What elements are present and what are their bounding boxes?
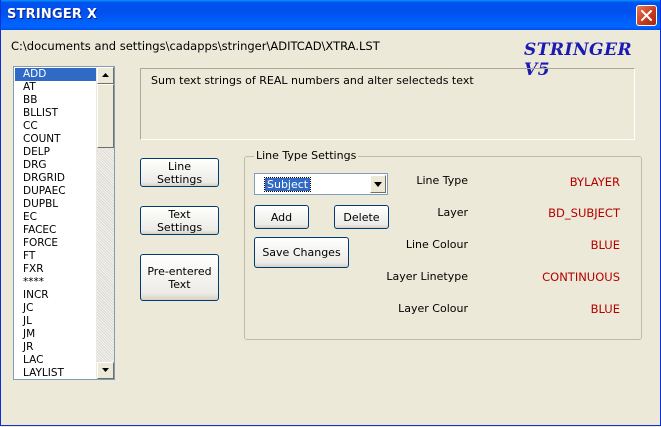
prop-value-line-type: BYLAYER [569, 175, 620, 189]
list-item[interactable]: CC [14, 120, 97, 133]
arrow-down-icon [102, 368, 109, 372]
main-window: STRINGER X C:\documents and settings\cad… [0, 0, 661, 426]
list-item[interactable]: COUNT [14, 133, 97, 146]
list-item[interactable]: LAYLIST [14, 367, 97, 380]
selected-line-type: Subject [263, 177, 312, 192]
prop-value-line-colour: BLUE [590, 238, 620, 252]
list-item[interactable]: INCR [14, 289, 97, 302]
list-item[interactable]: ADD [15, 68, 97, 81]
prop-label-layer-linetype: Layer Linetype [386, 270, 468, 283]
prop-label-line-colour: Line Colour [405, 238, 468, 251]
title-bar[interactable]: STRINGER X [1, 0, 660, 30]
list-item[interactable]: FT [14, 250, 97, 263]
window-title: STRINGER X [7, 7, 98, 22]
prop-label-layer: Layer [437, 206, 468, 219]
list-scrollbar[interactable] [96, 67, 114, 379]
list-item[interactable]: JC [14, 302, 97, 315]
list-item[interactable]: BB [14, 94, 97, 107]
pre-entered-text-button[interactable]: Pre-entered Text [140, 254, 219, 301]
list-item[interactable]: JL [14, 315, 97, 328]
scroll-track[interactable] [97, 148, 114, 362]
list-item[interactable]: JM [14, 328, 97, 341]
list-item[interactable]: DRGRID [14, 172, 97, 185]
scroll-down-button[interactable] [97, 362, 114, 379]
prop-value-layer: BD_SUBJECT [548, 206, 620, 220]
scroll-up-button[interactable] [97, 67, 114, 84]
list-item[interactable]: DUPBL [14, 198, 97, 211]
add-button[interactable]: Add [254, 205, 309, 229]
list-item[interactable]: LAC [14, 354, 97, 367]
scroll-thumb[interactable] [97, 84, 114, 148]
list-item[interactable]: FACEC [14, 224, 97, 237]
prop-value-layer-linetype: CONTINUOUS [542, 270, 620, 284]
text-settings-button[interactable]: Text Settings [140, 206, 219, 235]
list-item[interactable]: DRG [14, 159, 97, 172]
close-icon [641, 10, 652, 21]
list-item[interactable]: **** [14, 276, 97, 289]
list-item[interactable]: EC [14, 211, 97, 224]
group-legend: Line Type Settings [254, 149, 359, 162]
prop-value-layer-colour: BLUE [590, 302, 620, 316]
file-path-label: C:\documents and settings\cadapps\string… [11, 39, 380, 53]
save-changes-button[interactable]: Save Changes [254, 237, 349, 268]
list-item[interactable]: BLLIST [14, 107, 97, 120]
list-item[interactable]: FXR [14, 263, 97, 276]
prop-label-layer-colour: Layer Colour [398, 302, 468, 315]
list-item[interactable]: AT [14, 81, 97, 94]
close-button[interactable] [636, 5, 657, 26]
list-item[interactable]: DUPAEC [14, 185, 97, 198]
arrow-up-icon [102, 73, 109, 77]
command-list: ADD AT BB BLLIST CC COUNT DELP DRG DRGRID DUPAEC D… [14, 68, 97, 380]
list-item[interactable]: FORCE [14, 237, 97, 250]
prop-label-line-type: Line Type [416, 174, 468, 187]
list-item[interactable]: JR [14, 341, 97, 354]
command-listbox[interactable]: ADD AT BB BLLIST CC COUNT DELP DRG DRGRID DUPAEC D… [13, 66, 115, 380]
description-box: Sum text strings of REAL numbers and alt… [140, 68, 635, 140]
list-item[interactable]: DELP [14, 146, 97, 159]
line-settings-button[interactable]: Line Settings [140, 158, 219, 187]
